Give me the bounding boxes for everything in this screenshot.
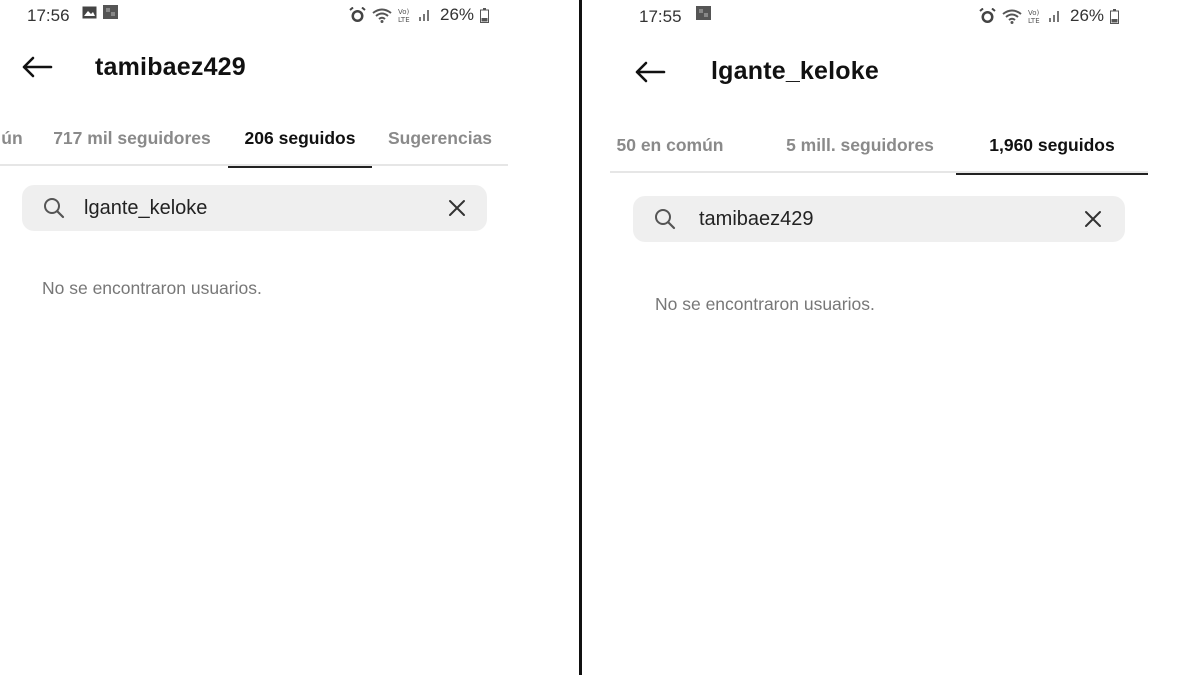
clear-search-button[interactable] <box>445 196 469 220</box>
clear-search-button[interactable] <box>1081 207 1105 231</box>
battery-percent: 26% <box>1070 6 1105 25</box>
alarm-icon <box>979 8 996 24</box>
arrow-left-icon <box>635 61 666 83</box>
divider <box>579 0 582 675</box>
profile-header: lgante_keloke <box>583 47 1200 97</box>
tab-suggestions[interactable]: Sugerencias <box>384 110 496 166</box>
alarm-icon <box>349 7 366 23</box>
tab-followers[interactable]: 717 mil seguidores <box>46 110 218 166</box>
battery-percent: 26% <box>440 5 475 24</box>
notification-icon <box>696 6 711 20</box>
wifi-icon <box>372 8 392 23</box>
tab-in-common[interactable]: 50 en común <box>610 117 730 173</box>
battery-icon <box>480 7 490 23</box>
status-bar: 17:55 Vo) LTE 26% <box>583 0 1200 32</box>
svg-text:LTE: LTE <box>1028 17 1040 24</box>
empty-results-message: No se encontraron usuarios. <box>655 294 875 314</box>
tab-following[interactable]: 1,960 seguidos <box>956 117 1148 175</box>
page-title: lgante_keloke <box>711 57 879 85</box>
svg-text:Vo): Vo) <box>1028 9 1040 17</box>
close-icon <box>449 200 465 216</box>
back-button[interactable] <box>17 47 57 87</box>
search-icon <box>655 209 676 230</box>
status-bar: 17:56 Vo) LTE 26% <box>0 0 580 32</box>
search-bar[interactable] <box>22 185 487 231</box>
search-icon <box>44 198 65 219</box>
search-input[interactable] <box>84 185 424 231</box>
svg-text:Vo): Vo) <box>398 8 410 16</box>
tab-following[interactable]: 206 seguidos <box>228 110 372 168</box>
volte-icon: Vo) LTE <box>1028 8 1042 24</box>
notification-icon <box>103 5 118 19</box>
follow-tabs: 50 en común 5 mill. seguidores 1,960 seg… <box>610 117 1148 175</box>
volte-icon: Vo) LTE <box>398 7 412 23</box>
search-bar[interactable] <box>633 196 1125 242</box>
profile-header: tamibaez429 <box>0 44 580 94</box>
right-screenshot-panel: 17:55 Vo) LTE 26% lgante_keloke 50 en co… <box>583 0 1200 675</box>
signal-icon <box>418 8 432 22</box>
tab-followers[interactable]: 5 mill. seguidores <box>770 117 950 173</box>
empty-results-message: No se encontraron usuarios. <box>42 278 262 298</box>
left-screenshot-panel: 17:56 Vo) LTE 26% tamibaez429 ún 717 mil… <box>0 0 580 675</box>
battery-icon <box>1110 8 1120 24</box>
svg-text:LTE: LTE <box>398 16 410 23</box>
search-input[interactable] <box>699 196 1059 242</box>
status-time: 17:55 <box>639 7 682 26</box>
tab-in-common[interactable]: ún <box>0 110 24 166</box>
arrow-left-icon <box>22 56 53 78</box>
follow-tabs: ún 717 mil seguidores 206 seguidos Suger… <box>0 110 508 168</box>
signal-icon <box>1048 9 1062 23</box>
status-time: 17:56 <box>27 6 70 25</box>
wifi-icon <box>1002 9 1022 24</box>
close-icon <box>1085 211 1101 227</box>
page-title: tamibaez429 <box>95 53 246 81</box>
gallery-icon <box>82 6 97 19</box>
back-button[interactable] <box>630 52 670 92</box>
